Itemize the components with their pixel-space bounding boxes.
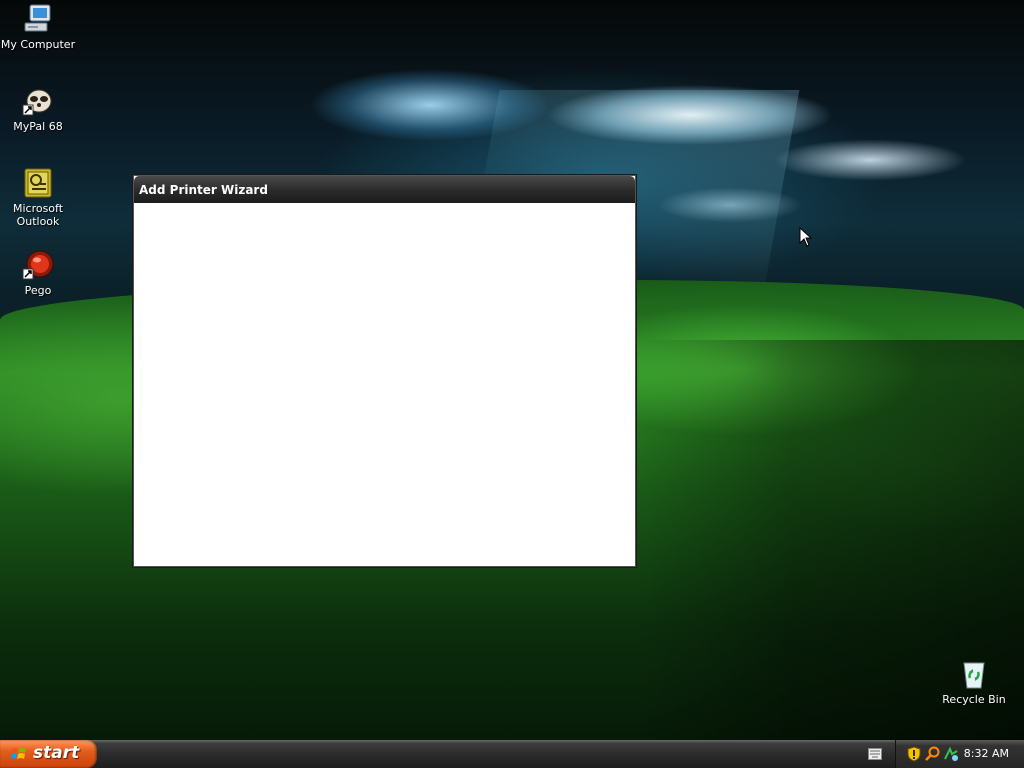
window-client-area (134, 203, 635, 566)
desktop-icon-label: Microsoft Outlook (12, 202, 64, 228)
system-tray: 8:32 AM (895, 740, 1024, 768)
recycle-bin-icon (958, 658, 990, 690)
window-title: Add Printer Wizard (139, 183, 268, 197)
my-computer-icon (22, 3, 54, 35)
desktop-icon-label: My Computer (0, 38, 76, 51)
windows-logo-icon (11, 748, 26, 759)
desktop-icon-microsoft-outlook[interactable]: Microsoft Outlook (0, 167, 76, 228)
desktop-icon-label: Pego (24, 284, 52, 297)
desktop-icon-my-computer[interactable]: My Computer (0, 3, 76, 51)
desktop-icon-mypal[interactable]: MyPal 68 (0, 85, 76, 133)
desktop: My Computer MyPal 68 Microsoft Outlook P… (0, 0, 1024, 740)
start-label: start (33, 743, 80, 763)
start-button[interactable]: start (0, 740, 97, 768)
network-icon[interactable] (943, 746, 959, 762)
clock[interactable]: 8:32 AM (964, 747, 1009, 760)
desktop-icon-label: Recycle Bin (942, 693, 1006, 706)
search-icon[interactable] (925, 746, 941, 762)
security-shield-icon[interactable] (906, 746, 922, 762)
mouse-cursor-icon (799, 227, 813, 247)
desktop-icon-label: MyPal 68 (13, 120, 63, 133)
window-title-bar[interactable]: Add Printer Wizard (134, 176, 635, 203)
outlook-icon (22, 167, 54, 199)
keyboard-icon[interactable] (868, 748, 882, 760)
taskbar: start 8:32 AM (0, 740, 1024, 768)
desktop-icon-recycle-bin[interactable]: Recycle Bin (936, 658, 1012, 706)
pego-icon (22, 249, 54, 281)
mypal-icon (22, 85, 54, 117)
desktop-icon-pego[interactable]: Pego (0, 249, 76, 297)
add-printer-wizard-window[interactable]: Add Printer Wizard (133, 175, 636, 567)
